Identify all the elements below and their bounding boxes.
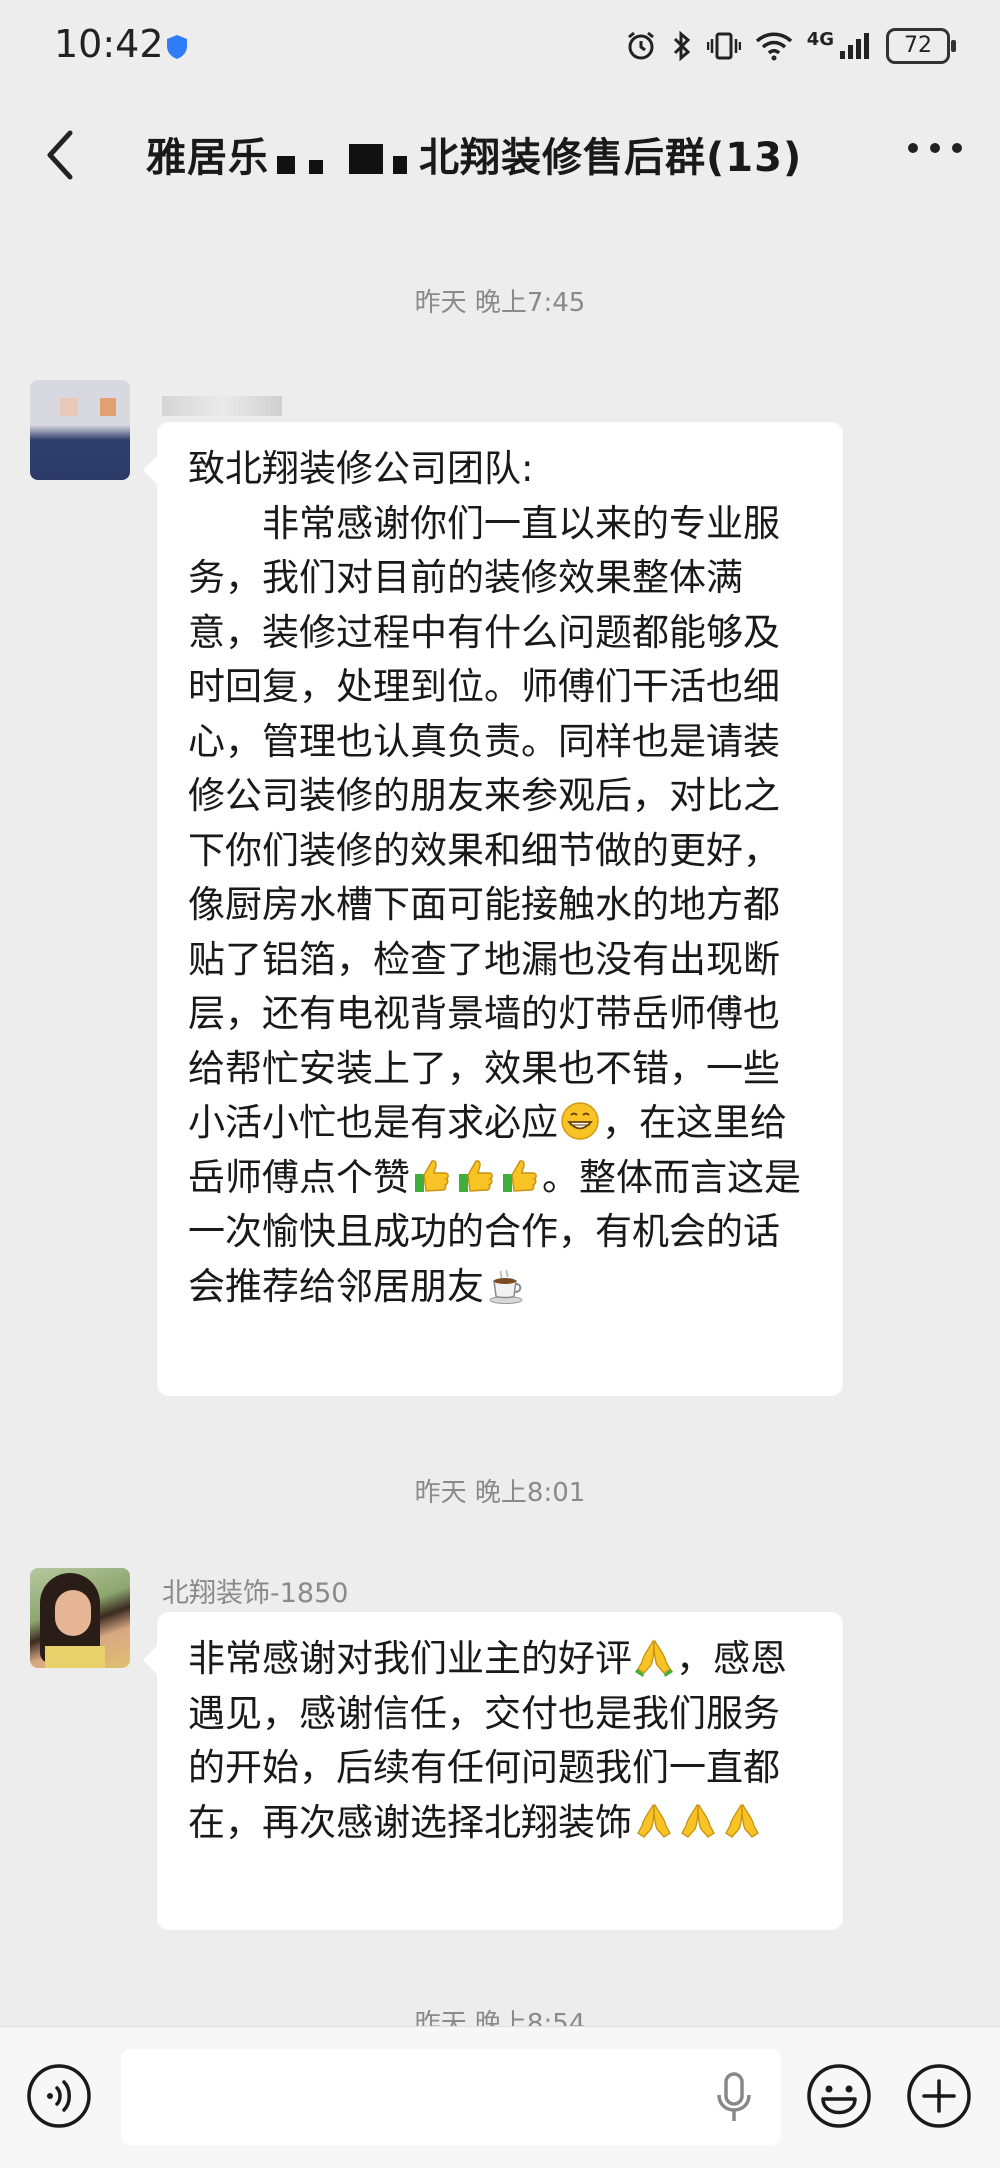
message-text-part: 非常感谢你们一直以来的专业服务，我们对目前的装修效果整体满意，装修过程中有什么问… — [188, 501, 780, 1145]
chat-title-suffix: 北翔装修售后群(13) — [419, 135, 803, 181]
wifi-icon — [755, 32, 792, 61]
chat-title: 雅居乐 北翔装修售后群(13) — [146, 125, 866, 183]
sender-name: 北翔装饰-1850 — [162, 1578, 349, 1609]
vibrate-icon — [706, 32, 741, 60]
status-bar: 10:42 4G 72 — [0, 0, 1000, 95]
status-icons: 4G 72 — [625, 28, 956, 64]
emoji-icon[interactable] — [806, 2063, 872, 2129]
chat-header: 雅居乐 北翔装修售后群(13) — [0, 95, 1000, 215]
battery-indicator: 72 — [886, 28, 956, 64]
message-input[interactable] — [121, 2049, 781, 2145]
folded-hands-emoji-icon — [725, 1803, 759, 1838]
bluetooth-icon — [673, 30, 690, 62]
signal-icon — [840, 33, 869, 59]
folded-hands-emoji-icon — [635, 1639, 673, 1677]
coffee-emoji-icon — [489, 1269, 523, 1304]
sender-name-blurred — [162, 396, 282, 416]
message-bubble[interactable]: 非常感谢对我们业主的好评 ，感恩遇见，感谢信任，交付也是我们服务的开始，后续有任… — [143, 1612, 843, 1930]
microphone-icon[interactable] — [714, 2071, 754, 2123]
plus-icon[interactable] — [906, 2063, 972, 2129]
message-text: 非常感谢对我们业主的好评 ，感恩遇见，感谢信任，交付也是我们服务的开始，后续有任… — [188, 1632, 813, 1850]
thumbs-up-emoji-icon — [459, 1159, 493, 1192]
message-greeting: 致北翔装修公司团队: — [188, 447, 534, 490]
folded-hands-emoji-icon — [637, 1803, 671, 1838]
thumbs-up-emoji-icon — [415, 1159, 449, 1192]
avatar[interactable] — [30, 1568, 130, 1668]
message-text: 非常感谢你们一直以来的专业服务，我们对目前的装修效果整体满意，装修过程中有什么问… — [188, 497, 813, 1315]
message-input-bar — [0, 2026, 1000, 2168]
chat-title-prefix: 雅居乐 — [146, 135, 269, 181]
folded-hands-emoji-icon — [681, 1803, 715, 1838]
message-bubble[interactable]: 致北翔装修公司团队: 非常感谢你们一直以来的专业服务，我们对目前的装修效果整体满… — [143, 422, 843, 1396]
avatar[interactable] — [30, 380, 130, 480]
status-time: 10:42 — [54, 22, 164, 66]
message-timestamp: 昨天 晚上8:01 — [414, 1478, 586, 1508]
message-text-part: 非常感谢对我们业主的好评 — [188, 1637, 632, 1680]
redaction-mark — [269, 140, 419, 180]
shield-icon — [167, 35, 187, 59]
voice-mode-icon[interactable] — [26, 2063, 92, 2129]
message-timestamp: 昨天 晚上7:45 — [414, 288, 586, 318]
chevron-left-icon[interactable] — [36, 125, 86, 185]
grinning-emoji-icon — [561, 1102, 599, 1140]
network-type: 4G — [806, 28, 834, 50]
alarm-icon — [627, 31, 654, 60]
more-dots-icon[interactable] — [908, 143, 964, 163]
thumbs-up-emoji-icon — [503, 1159, 537, 1192]
